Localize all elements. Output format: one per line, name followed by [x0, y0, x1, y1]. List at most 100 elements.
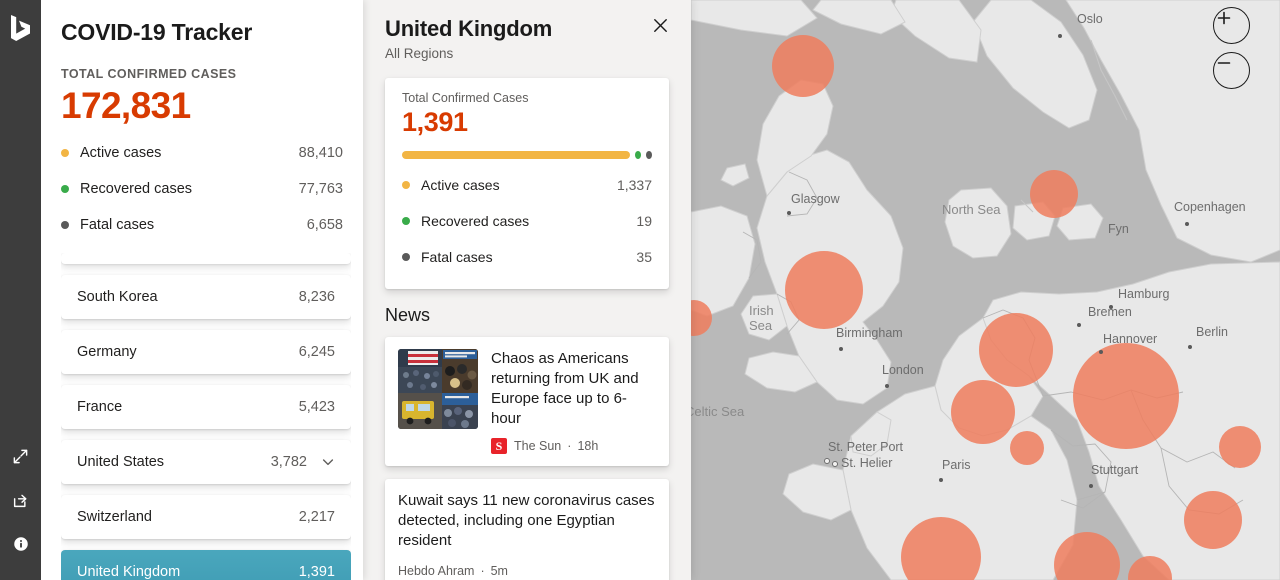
country-value: 1,391 [298, 564, 335, 580]
detail-stat-row-recovered: Recovered cases 19 [402, 203, 652, 239]
covid-tracker-app: COVID-19 Tracker TOTAL CONFIRMED CASES 1… [0, 0, 1280, 580]
list-item-clipped[interactable] [61, 253, 351, 264]
map-city-dot [839, 347, 843, 351]
case-bubble[interactable] [1184, 491, 1242, 549]
country-value: 3,782 [270, 454, 307, 470]
fatal-dot-icon [402, 253, 410, 262]
map-city-dot [1185, 222, 1189, 226]
stat-value: 35 [636, 249, 652, 266]
detail-panel: United Kingdom All Regions Total Confirm… [363, 0, 691, 580]
map-city-dot [824, 458, 830, 464]
stat-label: Recovered cases [421, 213, 530, 230]
map-city-dot [1058, 34, 1062, 38]
detail-stats-list: Active cases 1,337 Recovered cases 19 Fa… [402, 167, 652, 275]
stat-value: 88,410 [298, 145, 343, 162]
country-name: United Kingdom [77, 564, 181, 580]
map-city-dot [1188, 345, 1192, 349]
stat-label: Active cases [80, 145, 162, 162]
detail-total-label: Total Confirmed Cases [402, 91, 529, 105]
news-body: Chaos as Americans returning from UK and… [491, 349, 656, 455]
country-value: 2,217 [298, 509, 335, 525]
detail-header: United Kingdom All Regions [363, 0, 691, 61]
detail-stats-card: Total Confirmed Cases 1,391 Active cases… [385, 78, 669, 290]
total-confirmed-label: TOTAL CONFIRMED CASES [61, 67, 237, 81]
stat-label: Active cases [421, 177, 500, 194]
case-bubble[interactable] [785, 251, 863, 329]
recovered-dot-icon [61, 185, 69, 194]
map-city-dot [885, 384, 889, 388]
news-source: Hebdo Ahram [398, 563, 475, 578]
news-heading: News [385, 305, 431, 326]
map-zoom-out-button[interactable] [1213, 52, 1250, 89]
detail-title: United Kingdom [385, 16, 553, 41]
stat-value: 1,337 [616, 177, 652, 194]
share-icon[interactable] [0, 478, 41, 522]
case-bubble[interactable] [1073, 343, 1179, 449]
map-city-dot [939, 478, 943, 482]
news-list: Chaos as Americans returning from UK and… [363, 337, 691, 580]
stat-label: Recovered cases [80, 181, 193, 198]
bar-segment-active [402, 151, 630, 160]
active-dot-icon [402, 181, 410, 190]
stat-value: 19 [636, 213, 652, 230]
country-list[interactable]: South Korea 8,236 Germany 6,245 France 5… [61, 253, 351, 580]
stat-row-active: Active cases 88,410 [61, 135, 343, 171]
stat-value: 6,658 [306, 217, 343, 234]
news-item[interactable]: Chaos as Americans returning from UK and… [385, 337, 669, 467]
news-source: The Sun [514, 439, 562, 454]
news-item[interactable]: Kuwait says 11 new coronavirus cases det… [385, 479, 669, 580]
case-bubble[interactable] [772, 35, 834, 97]
country-name: Switzerland [77, 509, 152, 525]
rail-bottom-buttons [0, 434, 41, 566]
country-name: United States [77, 454, 165, 470]
map-city-dot [1099, 350, 1103, 354]
news-meta-separator: · [480, 563, 485, 578]
active-dot-icon [61, 149, 69, 158]
info-icon[interactable] [0, 522, 41, 566]
map-zoom-in-button[interactable] [1213, 7, 1250, 44]
list-item-switzerland[interactable]: Switzerland 2,217 [61, 495, 351, 539]
fatal-dot-icon [61, 221, 69, 230]
stat-label: Fatal cases [80, 217, 155, 234]
detail-stat-row-fatal: Fatal cases 35 [402, 239, 652, 275]
map-city-dot [832, 461, 838, 467]
detail-subtitle: All Regions [385, 46, 454, 61]
list-item-south-korea[interactable]: South Korea 8,236 [61, 275, 351, 319]
country-value: 8,236 [298, 289, 335, 305]
close-icon[interactable] [643, 8, 677, 42]
country-name: South Korea [77, 289, 158, 305]
stat-row-recovered: Recovered cases 77,763 [61, 171, 343, 207]
case-breakdown-bar [402, 150, 652, 160]
expand-icon[interactable] [0, 434, 41, 478]
detail-total-value: 1,391 [402, 107, 468, 137]
stat-label: Fatal cases [421, 249, 493, 266]
case-bubble[interactable] [1010, 431, 1044, 465]
case-bubble[interactable] [1219, 426, 1261, 468]
chevron-down-icon[interactable] [321, 455, 335, 469]
global-stats-list: Active cases 88,410 Recovered cases 77,7… [61, 135, 343, 243]
news-title: Chaos as Americans returning from UK and… [491, 350, 639, 428]
case-bubble[interactable] [979, 313, 1053, 387]
news-meta: S The Sun · 18h [491, 438, 656, 455]
total-confirmed-value: 172,831 [61, 85, 191, 126]
list-item-germany[interactable]: Germany 6,245 [61, 330, 351, 374]
news-time: 5m [490, 563, 508, 578]
case-bubble[interactable] [1030, 170, 1078, 218]
list-item-united-states[interactable]: United States 3,782 [61, 440, 351, 484]
news-meta-separator: · [567, 439, 572, 454]
stat-row-fatal: Fatal cases 6,658 [61, 207, 343, 243]
left-rail [0, 0, 41, 580]
case-bubble[interactable] [951, 380, 1015, 444]
bing-logo-icon[interactable] [9, 14, 33, 42]
country-name: France [77, 399, 123, 415]
news-thumbnail-image [398, 349, 478, 430]
news-meta: Hebdo Ahram · 5m [398, 564, 656, 578]
map-city-dot [1109, 305, 1113, 309]
map-canvas[interactable]: Oslo Copenhagen Fyn Glasgow North Sea Ha… [691, 0, 1280, 580]
the-sun-logo-icon: S [491, 438, 507, 455]
list-item-united-kingdom[interactable]: United Kingdom 1,391 [61, 550, 351, 580]
map-city-dot [787, 211, 791, 215]
news-time: 18h [577, 439, 599, 454]
list-item-france[interactable]: France 5,423 [61, 385, 351, 429]
recovered-dot-icon [402, 217, 410, 226]
